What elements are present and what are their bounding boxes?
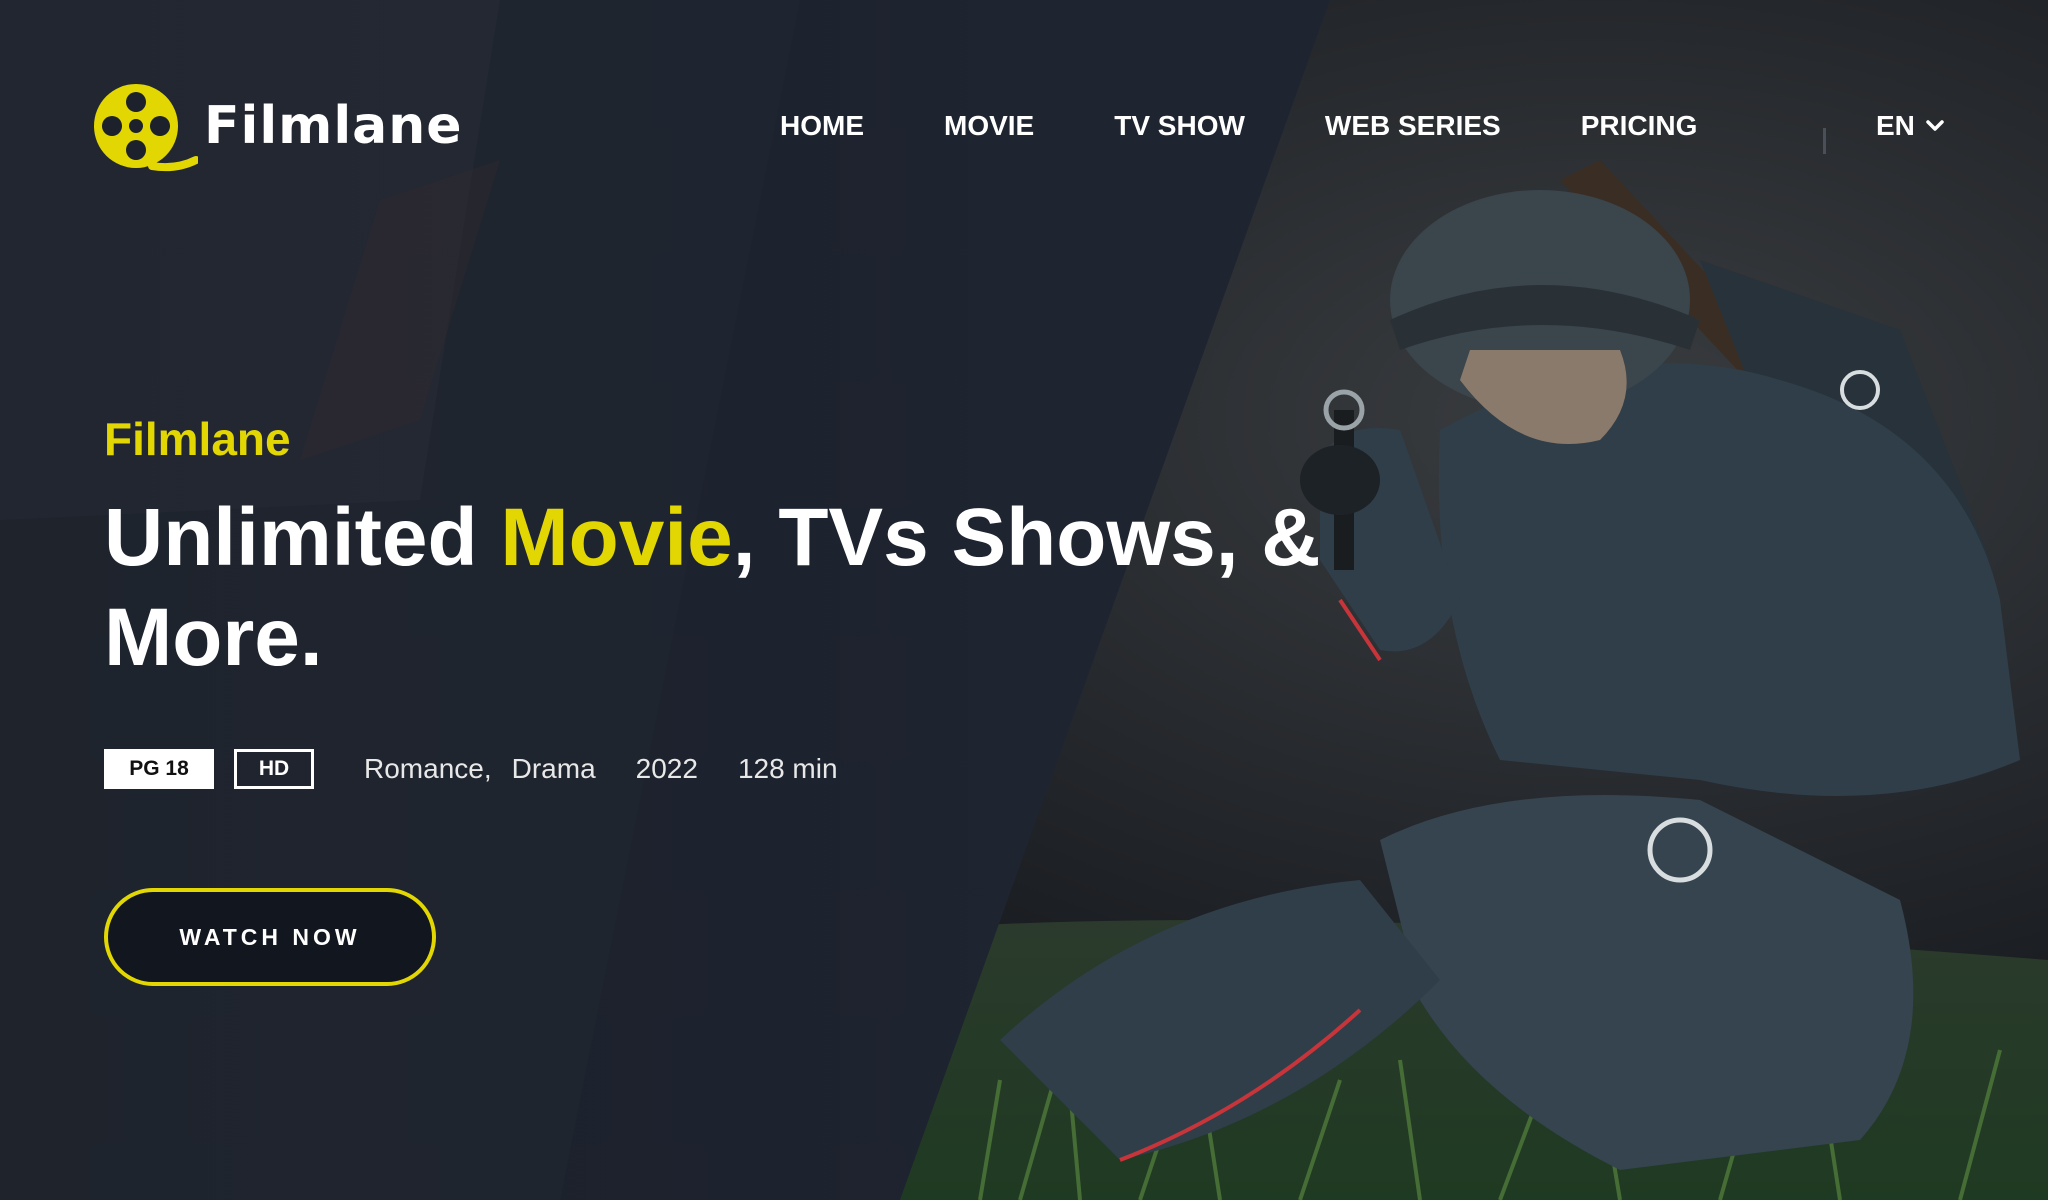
watch-now-button[interactable]: WATCH NOW: [104, 888, 436, 986]
nav-item-tv-show[interactable]: TV SHOW: [1114, 108, 1245, 144]
genre-item[interactable]: Romance,: [364, 753, 492, 784]
genre-list: Romance, Drama: [364, 753, 596, 785]
duration: 128 min: [737, 753, 838, 784]
main-nav: HOME MOVIE TV SHOW WEB SERIES PRICING: [780, 108, 1777, 144]
headline-highlight: Movie: [500, 492, 733, 583]
nav-item-pricing[interactable]: PRICING: [1581, 108, 1698, 144]
quality-badge: HD: [234, 749, 314, 789]
language-label: EN: [1876, 110, 1915, 141]
hero-section: Filmlane HOME MOVIE TV SHOW WEB SERIES P…: [0, 0, 2048, 1200]
brand-logo[interactable]: Filmlane: [92, 80, 463, 172]
brand-name: Filmlane: [204, 96, 463, 156]
nav-item-web-series[interactable]: WEB SERIES: [1325, 108, 1501, 144]
nav-item-movie[interactable]: MOVIE: [944, 108, 1034, 144]
movie-meta: PG 18 HD Romance, Drama 2022 128 min: [104, 748, 838, 790]
language-selector[interactable]: EN: [1876, 108, 1945, 144]
chevron-down-icon: [1926, 120, 1944, 131]
hero-subtitle: Filmlane: [104, 413, 291, 465]
nav-divider: [1823, 128, 1826, 154]
film-reel-icon: [94, 84, 198, 172]
headline-part-1: Unlimited: [104, 492, 501, 583]
nav-item-home[interactable]: HOME: [780, 108, 864, 144]
genre-item[interactable]: Drama: [512, 753, 596, 784]
rating-badge: PG 18: [104, 749, 214, 789]
hero-headline: Unlimited Movie, TVs Shows, & More.: [104, 488, 1344, 688]
release-year: 2022: [635, 753, 698, 784]
